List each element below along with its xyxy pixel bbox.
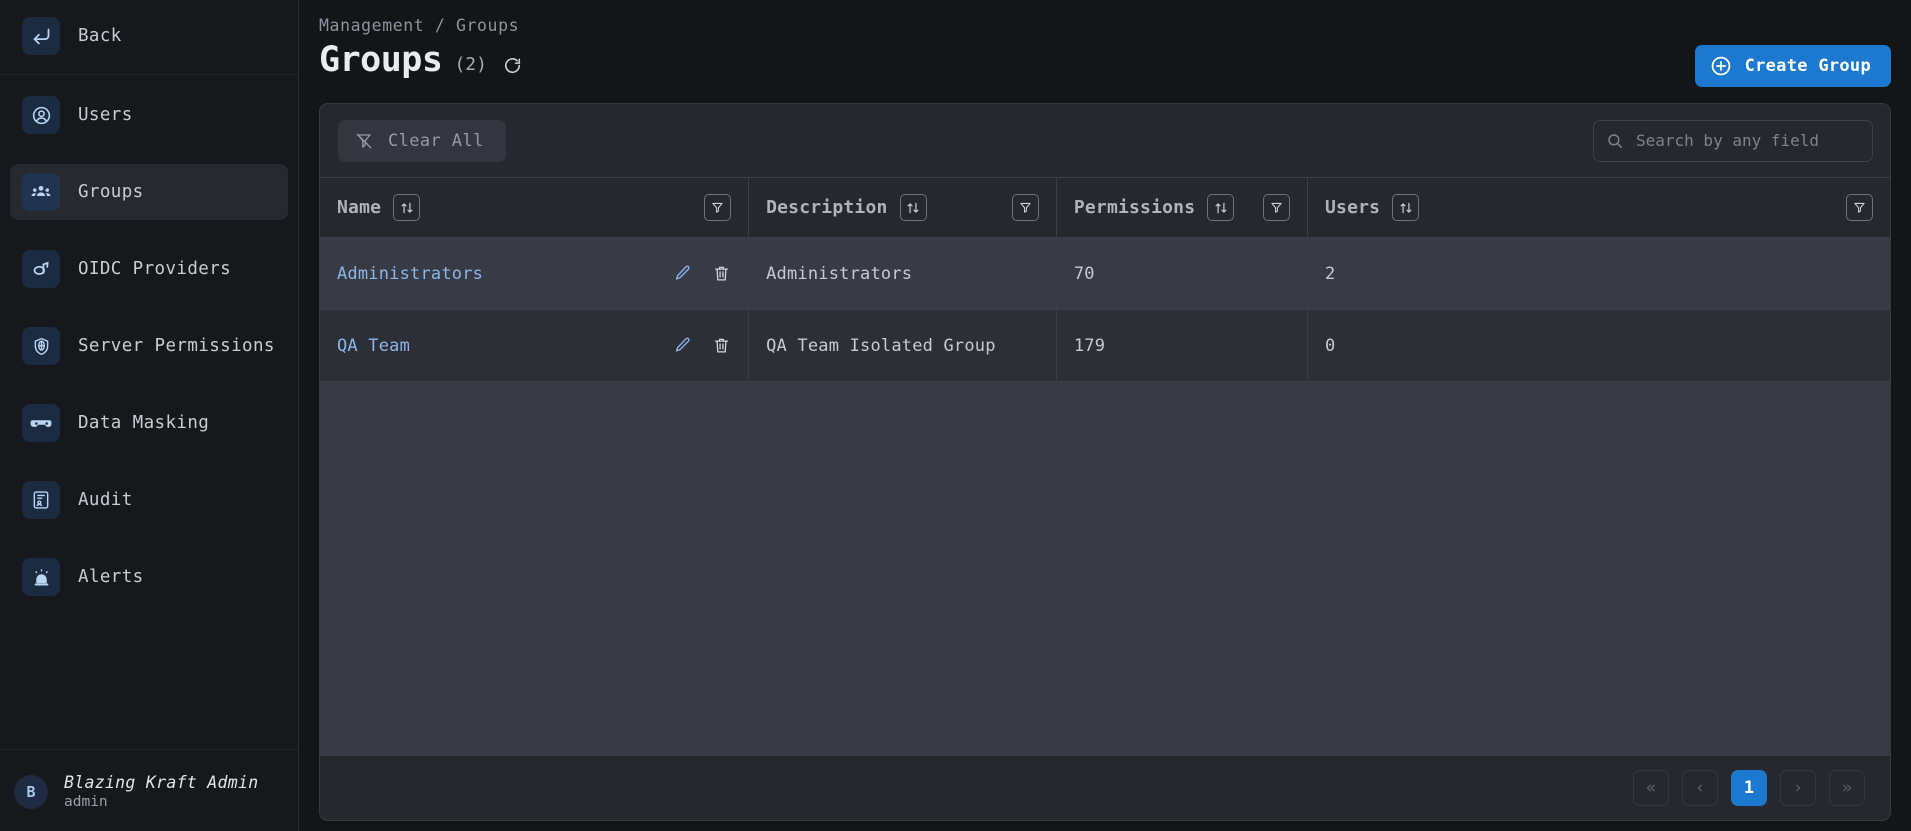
audit-document-icon [22,481,60,519]
alert-siren-icon [22,558,60,596]
sidebar-item-alerts[interactable]: Alerts [10,549,288,605]
title-row: Groups (2) [319,37,1885,78]
column-header-name: Name [320,177,750,238]
pagination-prev-button[interactable]: ‹ [1682,770,1718,806]
sidebar-item-oidc-providers[interactable]: OIDC Providers [10,241,288,297]
pagination: « ‹ 1 › » [320,755,1890,820]
sidebar-item-label-groups: Groups [78,182,144,202]
shield-globe-icon [22,327,60,365]
sidebar-item-data-masking[interactable]: Data Masking [10,395,288,451]
clear-all-button[interactable]: Clear All [338,119,506,162]
sidebar-item-label-back: Back [78,26,122,46]
table-header-row: Name Description Permissions Users [320,177,1890,238]
cell-users: 0 [1307,309,1890,382]
cell-name: Administrators [320,237,750,310]
sidebar-item-audit[interactable]: Audit [10,472,288,528]
plus-circle-icon [1710,55,1732,77]
filter-icon-permissions[interactable] [1263,194,1291,221]
sidebar: Back Users Groups OIDC Providers Server … [0,0,299,831]
sidebar-user-footer[interactable]: B Blazing Kraft Admin admin [0,749,298,831]
breadcrumb: Management / Groups [319,16,520,35]
group-name-link[interactable]: QA Team [337,336,410,356]
oidc-icon [22,250,60,288]
pagination-next-button[interactable]: › [1780,770,1816,806]
sort-icon-name[interactable] [393,194,421,221]
page-title-count: (2) [454,54,487,75]
pagination-first-button[interactable]: « [1633,770,1669,806]
column-label-name: Name [337,197,382,218]
trash-icon[interactable] [712,264,731,283]
page-title: Groups [319,40,443,80]
search-box[interactable] [1593,119,1873,162]
sidebar-nav: Users Groups OIDC Providers Server Permi… [0,75,298,749]
filter-icon-description[interactable] [1011,194,1039,221]
card-toolbar: Clear All [320,104,1890,177]
pencil-icon[interactable] [673,264,692,283]
cell-description: QA Team Isolated Group [748,309,1057,382]
page-header: Management / Groups Groups (2) [299,0,1911,78]
column-header-users: Users [1307,177,1890,238]
column-label-users: Users [1325,197,1381,218]
filter-off-icon [355,132,373,150]
filter-icon-name[interactable] [704,194,732,221]
cell-users: 2 [1307,237,1890,310]
table-row[interactable]: QA Team QA Team Isolated Group 179 0 [320,309,1890,382]
column-header-description: Description [748,177,1057,238]
cell-name: QA Team [320,309,750,382]
pagination-last-button[interactable]: » [1829,770,1865,806]
sidebar-back-section: Back [0,0,298,75]
table-empty-space [320,382,1890,755]
sort-icon-description[interactable] [899,194,927,221]
search-icon [1606,132,1624,150]
groups-table: Name Description Permissions Users Admin… [320,177,1890,382]
column-header-permissions: Permissions [1056,177,1309,238]
sidebar-item-label-audit: Audit [78,490,133,510]
column-label-permissions: Permissions [1073,197,1196,218]
user-display-name: Blazing Kraft Admin [64,773,259,792]
sidebar-item-back[interactable]: Back [10,8,288,64]
table-head: Name Description Permissions Users [320,177,1890,238]
sidebar-item-server-permissions[interactable]: Server Permissions [10,318,288,374]
user-meta: Blazing Kraft Admin admin [64,773,258,810]
filter-icon-users[interactable] [1846,194,1873,221]
groups-icon [22,173,60,211]
sort-icon-permissions[interactable] [1207,194,1235,221]
clear-all-label: Clear All [388,130,484,151]
create-group-button[interactable]: Create Group [1694,45,1891,87]
column-label-description: Description [766,197,888,218]
groups-table-wrapper: Name Description Permissions Users Admin… [320,177,1890,755]
pencil-icon[interactable] [673,336,692,355]
groups-card: Clear All Search by any field Name Descr… [319,103,1891,821]
back-arrow-icon [22,17,60,55]
sidebar-item-label-alerts: Alerts [78,567,144,587]
sidebar-item-label-server-permissions: Server Permissions [78,336,275,356]
table-body: Administrators Administrators 70 2 QA Te… [320,237,1890,382]
sidebar-item-label-oidc-providers: OIDC Providers [78,259,232,279]
sort-icon-users[interactable] [1392,194,1420,221]
app-root: Back Users Groups OIDC Providers Server … [0,0,1911,831]
sidebar-item-label-data-masking: Data Masking [78,413,210,433]
trash-icon[interactable] [712,336,731,355]
user-circle-icon [22,96,60,134]
main-content: Management / Groups Groups (2) Create Gr… [299,0,1911,831]
mask-icon [22,404,60,442]
cell-permissions: 179 [1056,309,1309,382]
sidebar-item-label-users: Users [78,105,133,125]
user-username: admin [64,794,108,810]
sidebar-item-groups[interactable]: Groups [10,164,288,220]
refresh-icon[interactable] [503,56,522,78]
pagination-page-1[interactable]: 1 [1731,770,1767,806]
row-actions [673,336,731,355]
table-row[interactable]: Administrators Administrators 70 2 [320,237,1890,310]
row-actions [673,264,731,283]
cell-permissions: 70 [1056,237,1309,310]
sidebar-item-users[interactable]: Users [10,87,288,143]
create-group-button-label: Create Group [1744,56,1871,76]
group-name-link[interactable]: Administrators [337,264,483,284]
search-input[interactable] [1636,131,1860,150]
cell-description: Administrators [748,237,1057,310]
avatar: B [14,774,48,809]
